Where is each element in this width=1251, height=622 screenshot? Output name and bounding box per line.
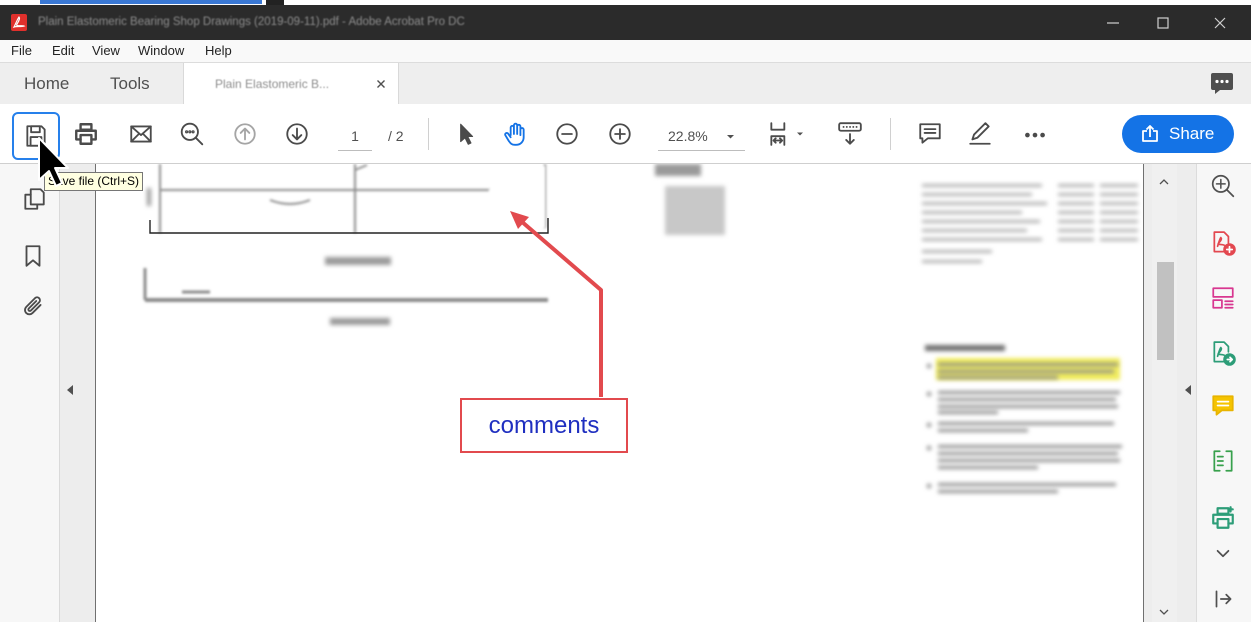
compare-files-icon[interactable] bbox=[1210, 448, 1236, 474]
comment-tool-icon[interactable] bbox=[1210, 393, 1236, 419]
select-tool-icon[interactable] bbox=[452, 121, 478, 147]
tab-bar: Home Tools Plain Elastomeric B... bbox=[0, 62, 1251, 105]
collapse-right-pane-icon[interactable] bbox=[1210, 586, 1236, 612]
blurred-drawing-content bbox=[143, 164, 1138, 493]
print-production-icon[interactable] bbox=[1210, 505, 1236, 531]
create-pdf-icon[interactable] bbox=[1210, 230, 1236, 256]
menu-edit[interactable]: Edit bbox=[52, 40, 74, 62]
fit-page-dropdown-icon[interactable] bbox=[796, 130, 804, 138]
hand-tool-icon[interactable] bbox=[502, 121, 528, 147]
menu-bar: File Edit View Window Help bbox=[0, 40, 1251, 62]
more-icon[interactable] bbox=[1022, 121, 1048, 147]
email-icon[interactable] bbox=[128, 121, 154, 147]
toolbar-divider bbox=[428, 118, 429, 150]
minimize-icon[interactable] bbox=[1106, 16, 1120, 30]
comments-panel-icon[interactable] bbox=[1210, 73, 1234, 95]
vertical-scrollbar[interactable] bbox=[1152, 164, 1177, 622]
collapse-left-icon[interactable] bbox=[66, 385, 74, 395]
close-icon[interactable] bbox=[1213, 16, 1227, 30]
acrobat-window: Plain Elastomeric Bearing Shop Drawings … bbox=[0, 0, 1251, 622]
page-down-icon[interactable] bbox=[284, 121, 310, 147]
menu-view[interactable]: View bbox=[92, 40, 120, 62]
scroll-down-icon[interactable] bbox=[1159, 608, 1169, 616]
left-nav-pane bbox=[0, 164, 60, 622]
share-button[interactable]: Share bbox=[1122, 115, 1234, 153]
attachments-icon[interactable] bbox=[20, 293, 46, 319]
page-up-icon[interactable] bbox=[232, 121, 258, 147]
tab-document[interactable]: Plain Elastomeric B... bbox=[183, 63, 399, 105]
annotation-label-box: comments bbox=[460, 398, 628, 453]
more-tools-icon[interactable] bbox=[1210, 540, 1236, 566]
tab-home[interactable]: Home bbox=[24, 63, 69, 104]
toolbar: 1 / 2 22.8% Share bbox=[0, 104, 1251, 164]
annotation-label: comments bbox=[488, 412, 600, 439]
acrobat-logo-icon bbox=[11, 14, 27, 31]
zoom-select[interactable]: 22.8% bbox=[658, 122, 745, 151]
toolbar-divider bbox=[890, 118, 891, 150]
mouse-cursor-icon bbox=[38, 137, 69, 187]
page-number-input[interactable]: 1 bbox=[338, 122, 372, 151]
collapse-right-icon[interactable] bbox=[1184, 385, 1192, 395]
scrollbar-thumb[interactable] bbox=[1157, 262, 1174, 360]
bookmarks-icon[interactable] bbox=[20, 243, 46, 269]
menu-file[interactable]: File bbox=[11, 40, 32, 62]
comment-icon[interactable] bbox=[917, 121, 943, 147]
share-icon bbox=[1141, 125, 1159, 143]
zoom-dropdown-icon bbox=[726, 132, 735, 141]
find-icon[interactable] bbox=[179, 121, 205, 147]
cropped-link-highlight bbox=[40, 0, 262, 4]
maximize-icon[interactable] bbox=[1156, 16, 1170, 30]
tab-document-label: Plain Elastomeric B... bbox=[215, 77, 330, 91]
menu-help[interactable]: Help bbox=[205, 40, 232, 62]
page-total: / 2 bbox=[388, 128, 404, 144]
enhance-scans-icon[interactable] bbox=[1210, 173, 1236, 199]
scroll-up-icon[interactable] bbox=[1159, 178, 1169, 186]
fit-page-icon[interactable] bbox=[767, 121, 793, 147]
draw-icon[interactable] bbox=[967, 121, 993, 147]
tab-close-icon[interactable] bbox=[376, 79, 386, 89]
title-bar: Plain Elastomeric Bearing Shop Drawings … bbox=[0, 5, 1251, 40]
zoom-in-icon[interactable] bbox=[607, 121, 633, 147]
tab-tools[interactable]: Tools bbox=[110, 63, 150, 104]
right-tools-pane bbox=[1196, 164, 1251, 622]
organize-pages-icon[interactable] bbox=[1210, 285, 1236, 311]
zoom-value: 22.8% bbox=[668, 128, 708, 144]
menu-window[interactable]: Window bbox=[138, 40, 184, 62]
document-page[interactable] bbox=[95, 164, 1144, 622]
zoom-out-icon[interactable] bbox=[554, 121, 580, 147]
export-pdf-icon[interactable] bbox=[1210, 340, 1236, 366]
window-title: Plain Elastomeric Bearing Shop Drawings … bbox=[38, 16, 465, 28]
scroll-mode-icon[interactable] bbox=[837, 121, 863, 147]
share-label: Share bbox=[1169, 124, 1215, 143]
print-icon[interactable] bbox=[73, 121, 99, 147]
